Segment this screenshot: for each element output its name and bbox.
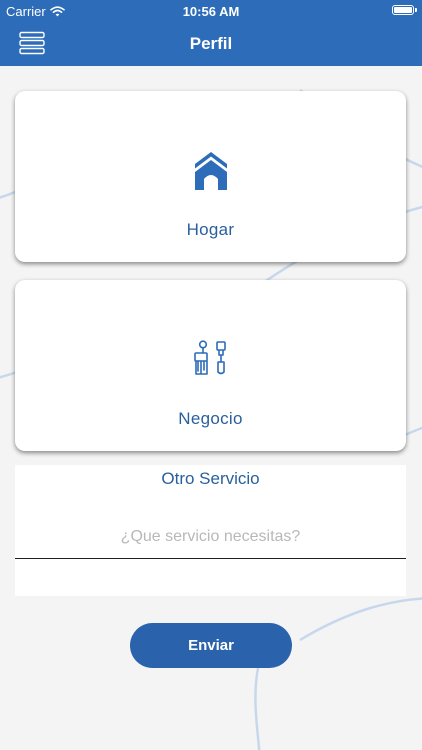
battery-level-fill	[394, 7, 412, 13]
status-bar: Carrier 10:56 AM	[0, 0, 422, 22]
other-service-panel: Otro Servicio	[15, 465, 406, 596]
hogar-card[interactable]: Hogar	[15, 91, 406, 262]
hogar-icon-wrapper	[15, 151, 406, 191]
service-input[interactable]	[15, 525, 406, 559]
negocio-card[interactable]: Negocio	[15, 280, 406, 451]
hogar-label: Hogar	[186, 220, 235, 239]
send-button[interactable]: Enviar	[130, 623, 292, 668]
negocio-icon-wrapper	[15, 340, 406, 376]
page-title: Perfil	[189, 34, 233, 53]
house-icon	[194, 152, 227, 190]
negocio-label: Negocio	[178, 409, 243, 428]
navigation-bar: Perfil	[0, 22, 422, 66]
paint-tools-icon	[193, 340, 226, 375]
battery-icon	[392, 5, 417, 15]
other-service-title: Otro Servicio	[161, 469, 260, 488]
status-time: 10:56 AM	[182, 4, 240, 19]
